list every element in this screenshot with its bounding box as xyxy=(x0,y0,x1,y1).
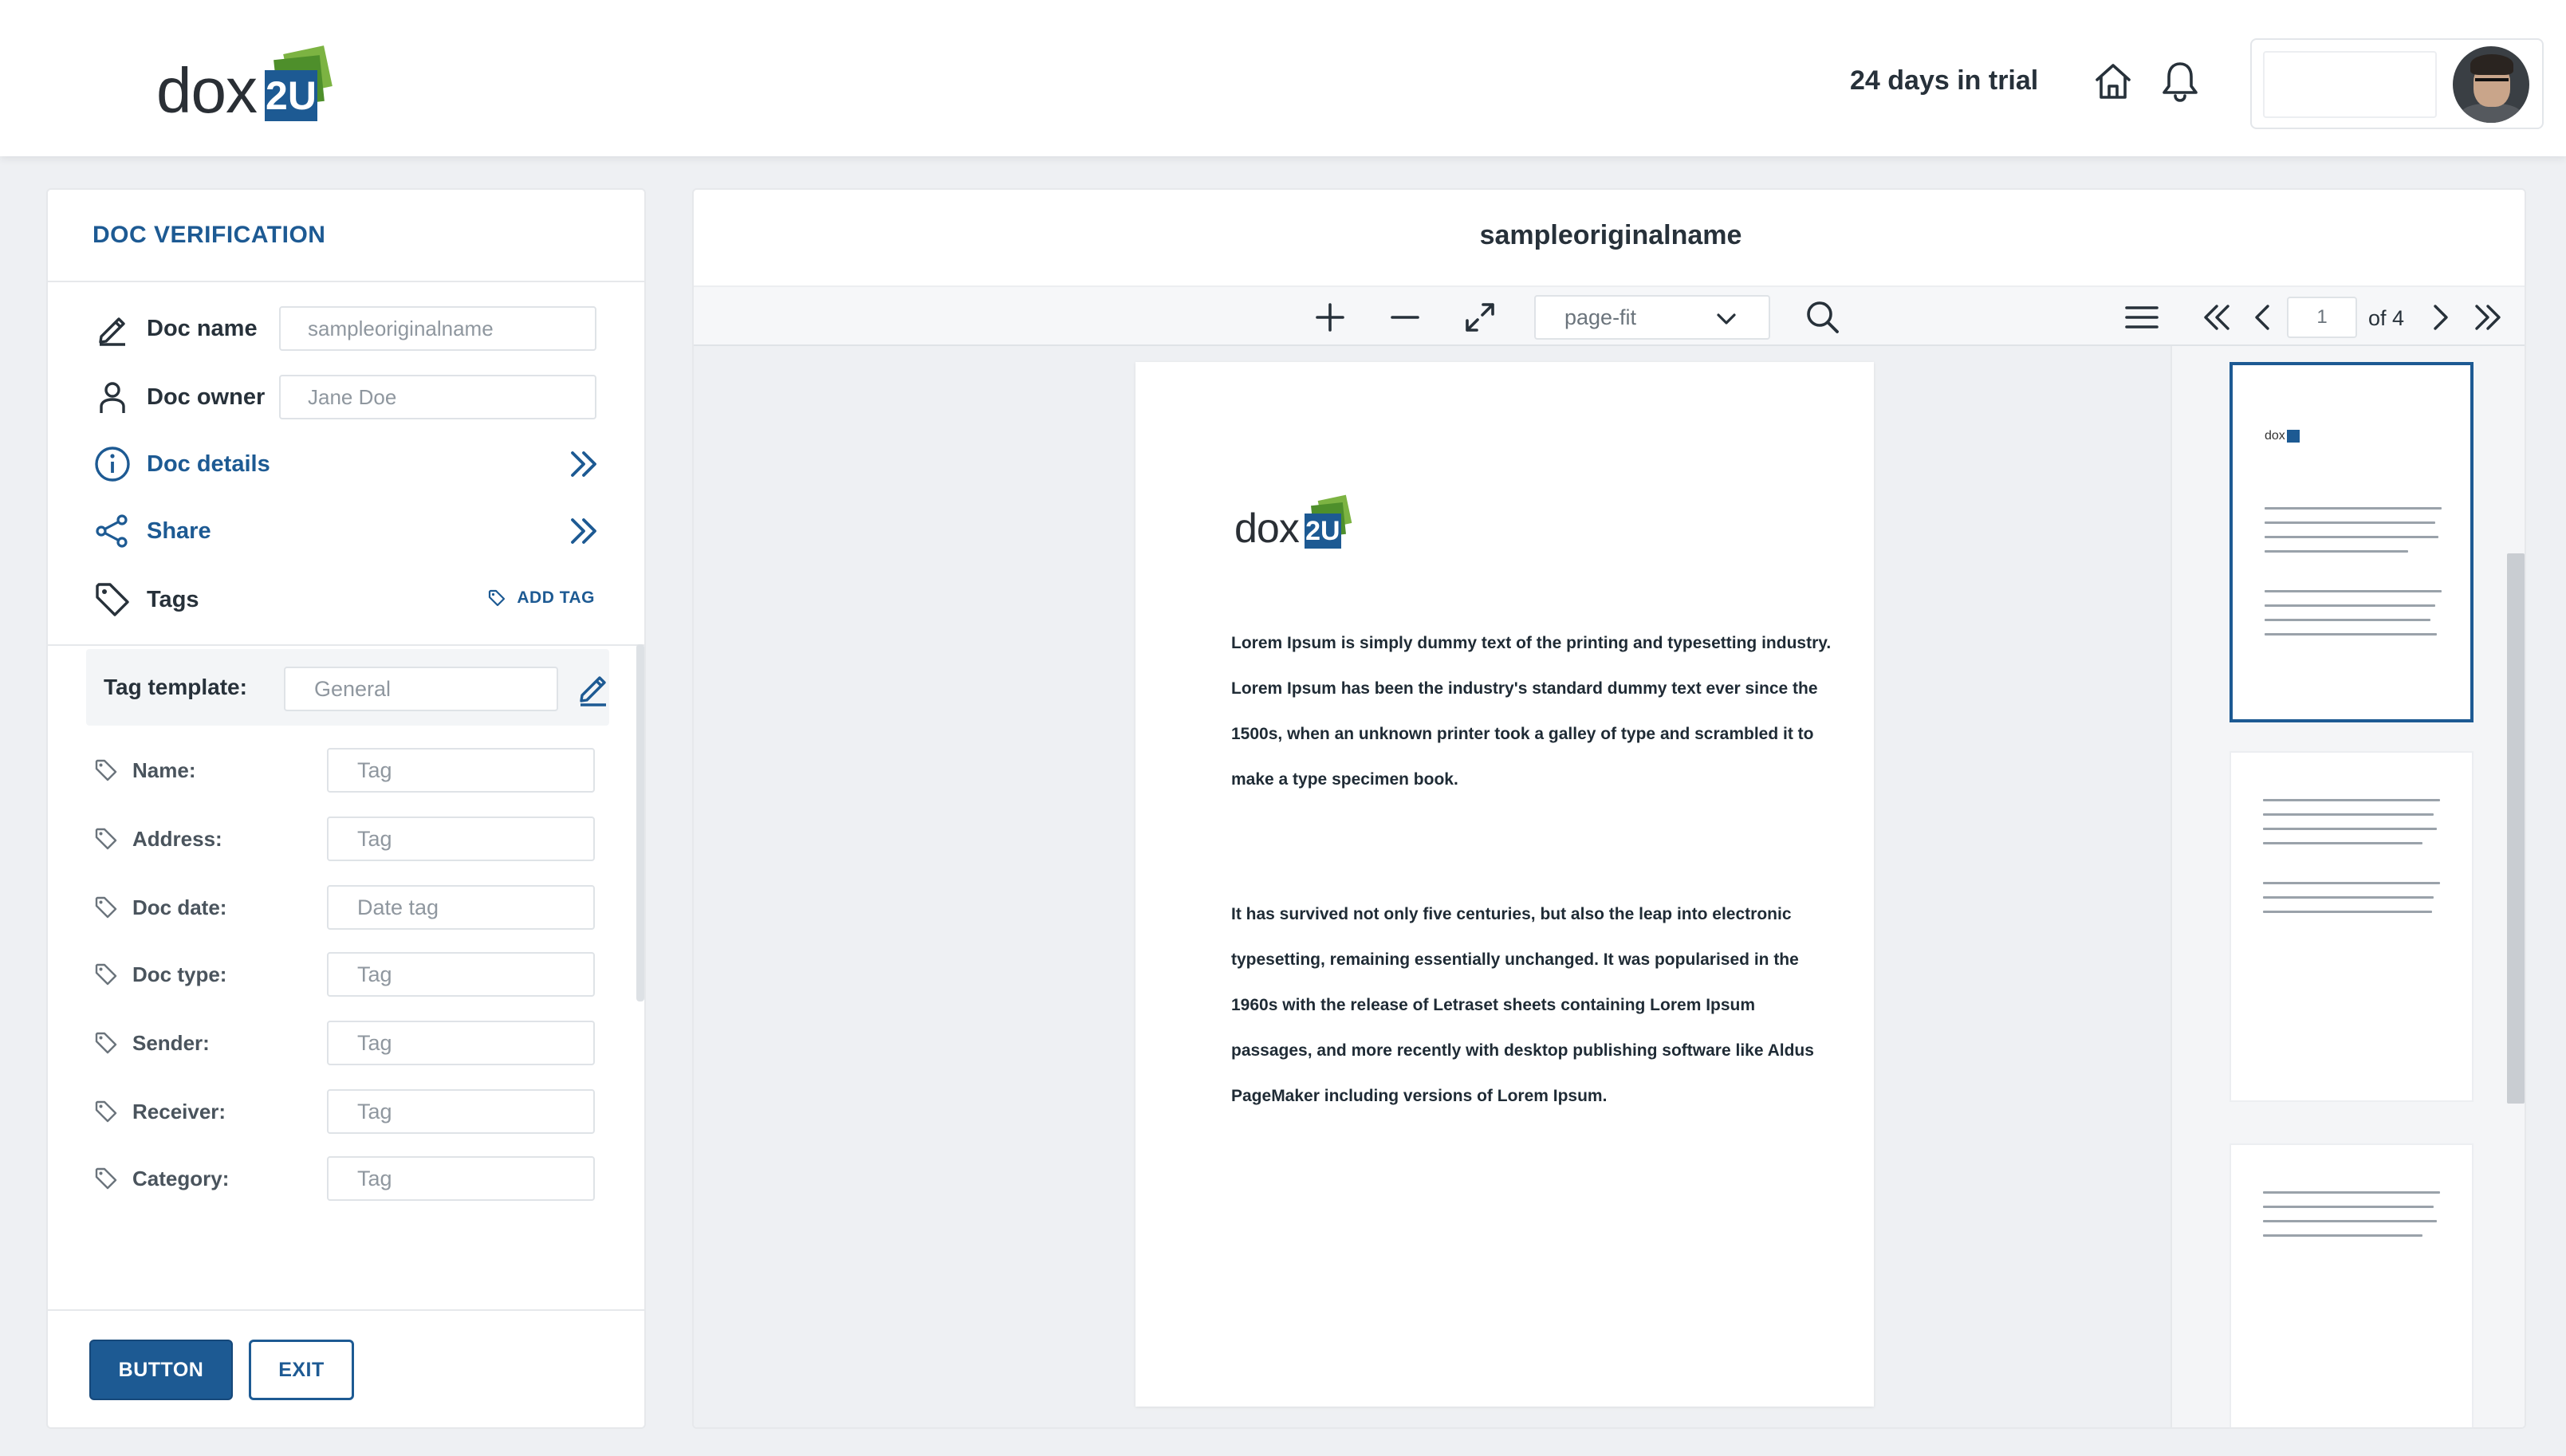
tag-template-field[interactable]: General xyxy=(284,667,558,711)
tag-icon xyxy=(92,580,132,620)
zoom-in-icon[interactable] xyxy=(1311,298,1349,336)
tag-field-name: Name: Tag xyxy=(94,748,609,793)
doc-owner-label: Doc owner xyxy=(147,384,266,410)
tag-field-label: Doc type: xyxy=(132,962,227,986)
previous-page-icon[interactable] xyxy=(2244,298,2282,336)
logo-text: dox xyxy=(156,55,258,126)
info-icon xyxy=(92,444,132,484)
thumbnail-panel: dox xyxy=(2170,346,2525,1427)
person-icon xyxy=(92,377,132,417)
app-logo[interactable]: dox 2U xyxy=(156,38,333,126)
page-thumbnail[interactable] xyxy=(2230,1143,2474,1427)
tag-field-sender: Sender: Tag xyxy=(94,1021,609,1065)
document-logo: dox 2U xyxy=(1234,491,1352,550)
document-paragraph: Lorem Ipsum is simply dummy text of the … xyxy=(1231,634,1832,789)
document-viewer: sampleoriginalname page-fit 1 of 4 dox 2… xyxy=(692,188,2526,1429)
tag-field-doc-date: Doc date: Date tag xyxy=(94,885,609,930)
last-page-icon[interactable] xyxy=(2469,298,2507,336)
tag-field-input[interactable]: Tag xyxy=(327,1089,595,1134)
share-icon xyxy=(92,511,132,551)
tag-icon xyxy=(95,896,117,919)
add-tag-label: ADD TAG xyxy=(517,588,595,607)
tag-field-receiver: Receiver: Tag xyxy=(94,1089,609,1134)
tag-field-label: Sender: xyxy=(132,1030,210,1055)
tag-template-row: Tag template: General xyxy=(86,649,609,726)
exit-button[interactable]: EXIT xyxy=(249,1340,354,1400)
zoom-value: page-fit xyxy=(1564,305,1637,329)
tag-field-label: Category: xyxy=(132,1166,230,1190)
tag-field-input[interactable]: Date tag xyxy=(327,885,595,930)
document-canvas[interactable]: dox 2U Lorem Ipsum is simply dummy text … xyxy=(694,346,2170,1427)
top-bar: dox 2U 24 days in trial xyxy=(0,0,2566,156)
share-label: Share xyxy=(147,517,211,544)
doc-details-row[interactable]: Doc details xyxy=(92,440,603,488)
user-name-field[interactable] xyxy=(2263,51,2437,118)
add-tag-button[interactable]: ADD TAG xyxy=(488,588,595,608)
page-thumbnail[interactable]: dox xyxy=(2230,362,2474,722)
zoom-out-icon[interactable] xyxy=(1386,298,1424,336)
pencil-icon[interactable] xyxy=(574,670,612,708)
tag-icon xyxy=(95,759,117,781)
share-row[interactable]: Share xyxy=(92,507,603,555)
tag-field-input[interactable]: Tag xyxy=(327,817,595,861)
home-icon[interactable] xyxy=(2092,61,2134,102)
tag-icon xyxy=(95,1167,117,1190)
doc-details-label: Doc details xyxy=(147,451,270,477)
fullscreen-icon[interactable] xyxy=(1461,298,1499,336)
doc-name-row: Doc name sampleoriginalname xyxy=(92,305,603,352)
document-title: sampleoriginalname xyxy=(1479,220,1742,250)
chevron-double-right-icon[interactable] xyxy=(565,512,603,550)
doc-verification-panel: DOC VERIFICATION Doc name sampleoriginal… xyxy=(46,188,646,1429)
tag-field-label: Address: xyxy=(132,826,222,851)
user-avatar[interactable] xyxy=(2453,46,2529,123)
tags-row: Tags ADD TAG xyxy=(92,576,603,624)
tag-field-label: Receiver: xyxy=(132,1099,226,1123)
tag-field-input[interactable]: Tag xyxy=(327,1156,595,1201)
tag-field-label: Name: xyxy=(132,758,196,782)
tag-section: Tag template: General Name: Tag Address:… xyxy=(86,649,609,1303)
trial-status: 24 days in trial xyxy=(1850,65,2039,96)
doc-owner-field[interactable]: Jane Doe xyxy=(279,375,596,419)
logo-badge: 2U xyxy=(258,45,333,123)
document-page: dox 2U Lorem Ipsum is simply dummy text … xyxy=(1135,362,1874,1407)
tag-icon xyxy=(95,828,117,850)
bell-icon[interactable] xyxy=(2159,59,2201,104)
page-total: of 4 xyxy=(2368,306,2405,330)
pencil-icon xyxy=(92,309,132,348)
tag-field-doc-type: Doc type: Tag xyxy=(94,952,609,997)
chevron-double-right-icon[interactable] xyxy=(565,445,603,483)
tag-field-category: Category: Tag xyxy=(94,1156,609,1201)
tag-field-address: Address: Tag xyxy=(94,817,609,861)
search-icon[interactable] xyxy=(1804,298,1842,336)
doc-name-field[interactable]: sampleoriginalname xyxy=(279,306,596,351)
primary-button[interactable]: BUTTON xyxy=(89,1340,233,1400)
user-menu[interactable] xyxy=(2250,38,2544,129)
panel-title: DOC VERIFICATION xyxy=(92,222,326,248)
tag-field-input[interactable]: Tag xyxy=(327,1021,595,1065)
doc-name-label: Doc name xyxy=(147,315,258,341)
tag-field-input[interactable]: Tag xyxy=(327,748,595,793)
tag-icon xyxy=(95,1032,117,1054)
zoom-select[interactable]: page-fit xyxy=(1534,295,1770,340)
tag-icon xyxy=(489,589,506,607)
next-page-icon[interactable] xyxy=(2421,298,2459,336)
panel-footer-divider xyxy=(48,1309,644,1311)
tag-icon xyxy=(95,1100,117,1123)
first-page-icon[interactable] xyxy=(2198,298,2236,336)
document-paragraph: It has survived not only five centuries,… xyxy=(1231,905,1814,1105)
tag-icon xyxy=(95,963,117,986)
menu-icon[interactable] xyxy=(2123,298,2161,336)
page-thumbnail[interactable] xyxy=(2230,751,2474,1102)
doc-owner-row: Doc owner Jane Doe xyxy=(92,373,603,421)
thumbnail-scrollbar[interactable] xyxy=(2507,553,2525,1104)
tag-field-label: Doc date: xyxy=(132,895,227,919)
viewer-toolbar: page-fit 1 of 4 xyxy=(694,285,2525,346)
tags-label: Tags xyxy=(147,586,199,612)
tag-field-input[interactable]: Tag xyxy=(327,952,595,997)
page-number-input[interactable]: 1 xyxy=(2287,297,2357,338)
tag-list-scrollbar[interactable] xyxy=(636,644,644,1001)
chevron-down-icon xyxy=(1717,313,1736,325)
tag-template-label: Tag template: xyxy=(104,675,247,699)
